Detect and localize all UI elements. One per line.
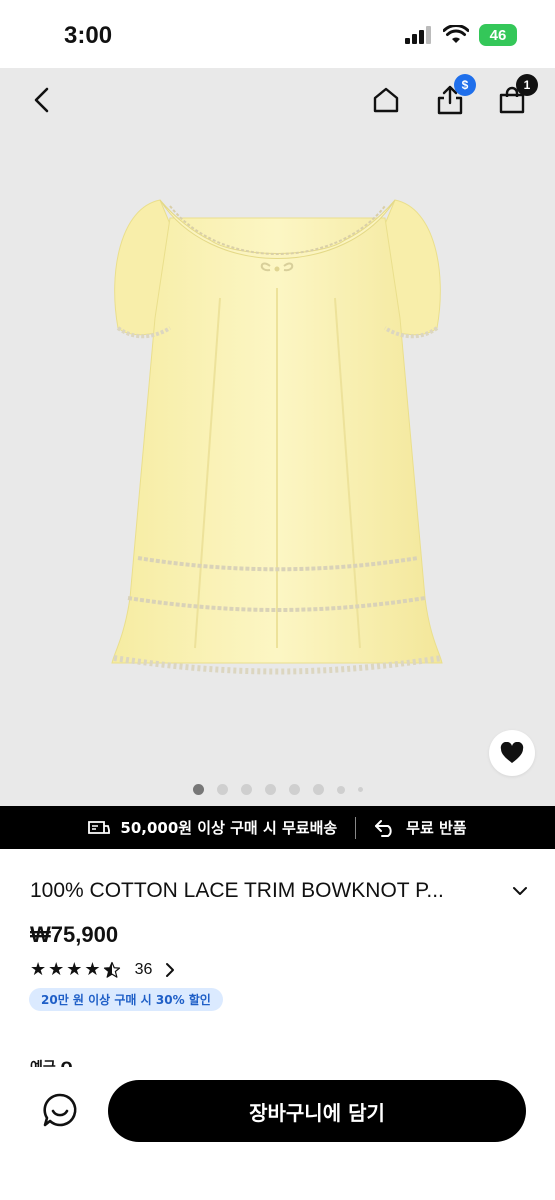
star-icon: ★ — [66, 959, 83, 980]
status-icons: 46 — [405, 24, 517, 46]
half-star-icon — [103, 961, 120, 978]
discount-badge: 20만 원 이상 구매 시 30% 할인 — [29, 988, 223, 1011]
battery-level: 46 — [489, 26, 507, 44]
star-icon: ★ — [84, 959, 101, 980]
chat-button[interactable] — [36, 1086, 84, 1134]
gallery-dot[interactable] — [240, 784, 252, 795]
share-reward-badge: $ — [454, 74, 476, 96]
chat-bubble-icon — [43, 1093, 77, 1127]
top-navigation: $ 1 — [0, 68, 555, 130]
signal-icon — [405, 26, 431, 44]
star-icon: ★ — [48, 959, 65, 980]
gallery-dot[interactable] — [288, 784, 300, 795]
chevron-left-icon — [34, 87, 49, 113]
product-price: ₩75,900 — [30, 922, 119, 947]
add-to-cart-button[interactable]: 장바구니에 담기 — [108, 1080, 526, 1142]
gallery-dot[interactable] — [216, 784, 228, 795]
star-icon: ★ — [30, 959, 47, 980]
gallery-pagination — [0, 784, 555, 795]
cart-button[interactable]: 1 — [492, 74, 538, 120]
status-time: 3:00 — [64, 22, 113, 49]
chevron-down-icon[interactable] — [510, 881, 530, 901]
back-button[interactable] — [22, 80, 62, 120]
benefit-banner: 50,000원 이상 구매 시 무료배송 무료 반품 — [0, 806, 555, 849]
gallery-dot[interactable] — [192, 784, 204, 795]
wifi-icon — [443, 25, 469, 43]
gallery-dot[interactable] — [312, 784, 324, 795]
free-shipping-info: 50,000원 이상 구매 시 무료배송 — [88, 817, 337, 838]
rating-summary[interactable]: ★ ★ ★ ★ 36 — [30, 961, 176, 979]
heart-icon — [500, 742, 524, 763]
share-button[interactable]: $ — [430, 74, 476, 120]
home-icon — [373, 87, 399, 113]
divider — [355, 816, 357, 839]
battery-indicator: 46 — [479, 24, 517, 46]
gallery-dot[interactable] — [357, 787, 363, 792]
gallery-dot[interactable] — [336, 785, 345, 794]
product-image — [111, 199, 443, 675]
free-shipping-text: 50,000원 이상 구매 시 무료배송 — [120, 819, 338, 837]
cart-count-badge: 1 — [516, 74, 538, 96]
gallery-dot[interactable] — [264, 784, 276, 795]
review-count: 36 — [134, 961, 153, 978]
home-button[interactable] — [366, 80, 406, 120]
bottom-action-bar: 장바구니에 담기 — [0, 1070, 555, 1200]
status-bar: 3:00 46 — [0, 0, 555, 68]
chevron-right-icon — [166, 963, 175, 977]
truck-icon — [88, 820, 111, 834]
product-title-row[interactable]: 100% COTTON LACE TRIM BOWKNOT P... — [30, 879, 530, 905]
next-section-heading: 예금 O — [30, 1057, 73, 1067]
free-return-info: 무료 반품 — [374, 817, 467, 838]
wishlist-button[interactable] — [489, 730, 535, 776]
product-title: 100% COTTON LACE TRIM BOWKNOT P... — [30, 879, 444, 902]
return-arrow-icon — [375, 819, 392, 837]
product-gallery[interactable]: $ 1 — [0, 68, 555, 806]
free-return-text: 무료 반품 — [406, 819, 467, 837]
